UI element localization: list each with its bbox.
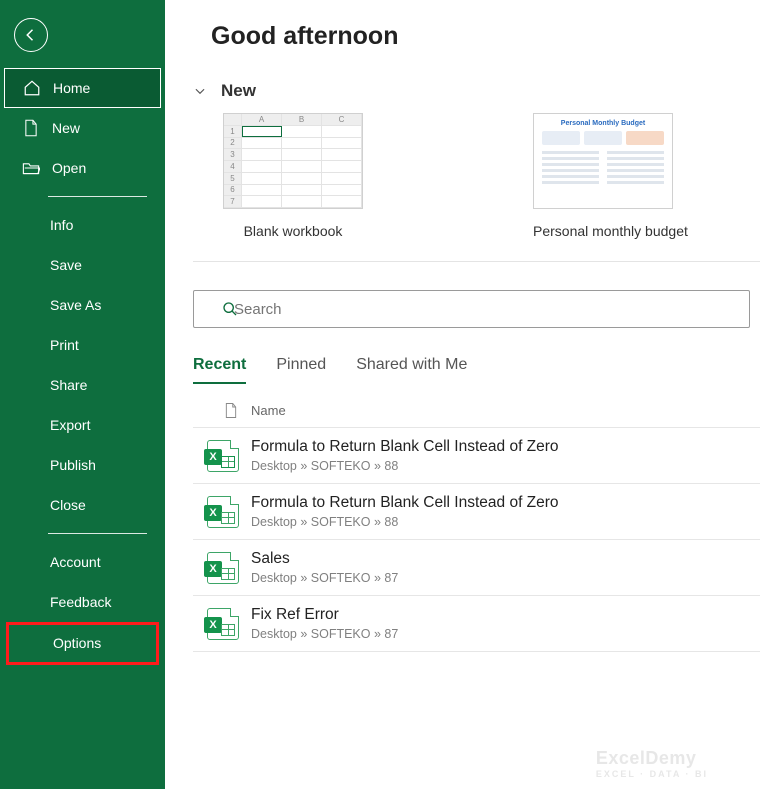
search-box[interactable] bbox=[193, 290, 750, 328]
divider bbox=[48, 196, 147, 197]
template-budget-label: Personal monthly budget bbox=[533, 223, 688, 239]
file-icon bbox=[211, 402, 251, 419]
tab-shared-with-me[interactable]: Shared with Me bbox=[356, 356, 467, 384]
file-title: Fix Ref Error bbox=[251, 606, 398, 624]
nav-footer: Account Feedback Options bbox=[0, 542, 165, 665]
nav-feedback[interactable]: Feedback bbox=[0, 582, 165, 622]
nav-home-label: Home bbox=[53, 80, 90, 97]
nav-close[interactable]: Close bbox=[0, 485, 165, 525]
greeting-title: Good afternoon bbox=[211, 22, 760, 51]
file-row[interactable]: X Sales Desktop » SOFTEKO » 87 bbox=[193, 540, 760, 596]
nav-publish[interactable]: Publish bbox=[0, 445, 165, 485]
nav-save-as[interactable]: Save As bbox=[0, 285, 165, 325]
nav-info[interactable]: Info bbox=[0, 205, 165, 245]
watermark: ExcelDemy EXCEL · DATA · BI bbox=[596, 748, 708, 779]
open-folder-icon bbox=[22, 159, 40, 177]
nav-share[interactable]: Share bbox=[0, 365, 165, 405]
new-section-label: New bbox=[221, 81, 256, 101]
nav-new-label: New bbox=[52, 120, 80, 137]
main-panel: Good afternoon New ABC 1 2 3 4 5 6 7 Bla… bbox=[165, 0, 768, 789]
tab-pinned[interactable]: Pinned bbox=[276, 356, 326, 384]
backstage-sidebar: Home New Open Info Save Save As Print Sh… bbox=[0, 0, 165, 789]
nav-new[interactable]: New bbox=[0, 108, 165, 148]
divider bbox=[48, 533, 147, 534]
templates-row: ABC 1 2 3 4 5 6 7 Blank workbook Persona… bbox=[223, 113, 760, 239]
back-button[interactable] bbox=[14, 18, 48, 52]
new-file-icon bbox=[22, 119, 40, 137]
file-row[interactable]: X Formula to Return Blank Cell Instead o… bbox=[193, 428, 760, 484]
nav-primary: Home New Open bbox=[0, 68, 165, 188]
column-name-label: Name bbox=[251, 403, 286, 418]
excel-file-icon: X bbox=[207, 496, 239, 528]
nav-export[interactable]: Export bbox=[0, 405, 165, 445]
file-path: Desktop » SOFTEKO » 87 bbox=[251, 627, 398, 641]
nav-home[interactable]: Home bbox=[4, 68, 161, 108]
nav-options[interactable]: Options bbox=[6, 622, 159, 665]
file-tabs: Recent Pinned Shared with Me bbox=[193, 356, 760, 384]
nav-file-actions: Info Save Save As Print Share Export Pub… bbox=[0, 205, 165, 525]
file-row[interactable]: X Formula to Return Blank Cell Instead o… bbox=[193, 484, 760, 540]
nav-open[interactable]: Open bbox=[0, 148, 165, 188]
tab-recent[interactable]: Recent bbox=[193, 356, 246, 384]
file-row[interactable]: X Fix Ref Error Desktop » SOFTEKO » 87 bbox=[193, 596, 760, 652]
divider bbox=[193, 261, 760, 262]
chevron-down-icon bbox=[193, 84, 207, 98]
search-icon bbox=[222, 301, 238, 317]
excel-file-icon: X bbox=[207, 440, 239, 472]
nav-account[interactable]: Account bbox=[0, 542, 165, 582]
home-icon bbox=[23, 79, 41, 97]
nav-print[interactable]: Print bbox=[0, 325, 165, 365]
nav-open-label: Open bbox=[52, 160, 86, 177]
file-path: Desktop » SOFTEKO » 88 bbox=[251, 515, 559, 529]
template-personal-monthly-budget[interactable]: Personal Monthly Budget Personal monthly… bbox=[533, 113, 688, 239]
file-path: Desktop » SOFTEKO » 87 bbox=[251, 571, 398, 585]
excel-file-icon: X bbox=[207, 608, 239, 640]
file-title: Formula to Return Blank Cell Instead of … bbox=[251, 494, 559, 512]
budget-thumb: Personal Monthly Budget bbox=[533, 113, 673, 209]
file-path: Desktop » SOFTEKO » 88 bbox=[251, 459, 559, 473]
excel-file-icon: X bbox=[207, 552, 239, 584]
file-title: Formula to Return Blank Cell Instead of … bbox=[251, 438, 559, 456]
new-section-header[interactable]: New bbox=[193, 81, 760, 101]
search-input[interactable] bbox=[234, 301, 735, 318]
nav-save[interactable]: Save bbox=[0, 245, 165, 285]
file-title: Sales bbox=[251, 550, 398, 568]
template-blank-workbook[interactable]: ABC 1 2 3 4 5 6 7 Blank workbook bbox=[223, 113, 363, 239]
blank-workbook-thumb: ABC 1 2 3 4 5 6 7 bbox=[223, 113, 363, 209]
template-blank-label: Blank workbook bbox=[223, 223, 363, 239]
file-list-header: Name bbox=[193, 388, 760, 428]
recent-files-list: X Formula to Return Blank Cell Instead o… bbox=[193, 428, 760, 652]
